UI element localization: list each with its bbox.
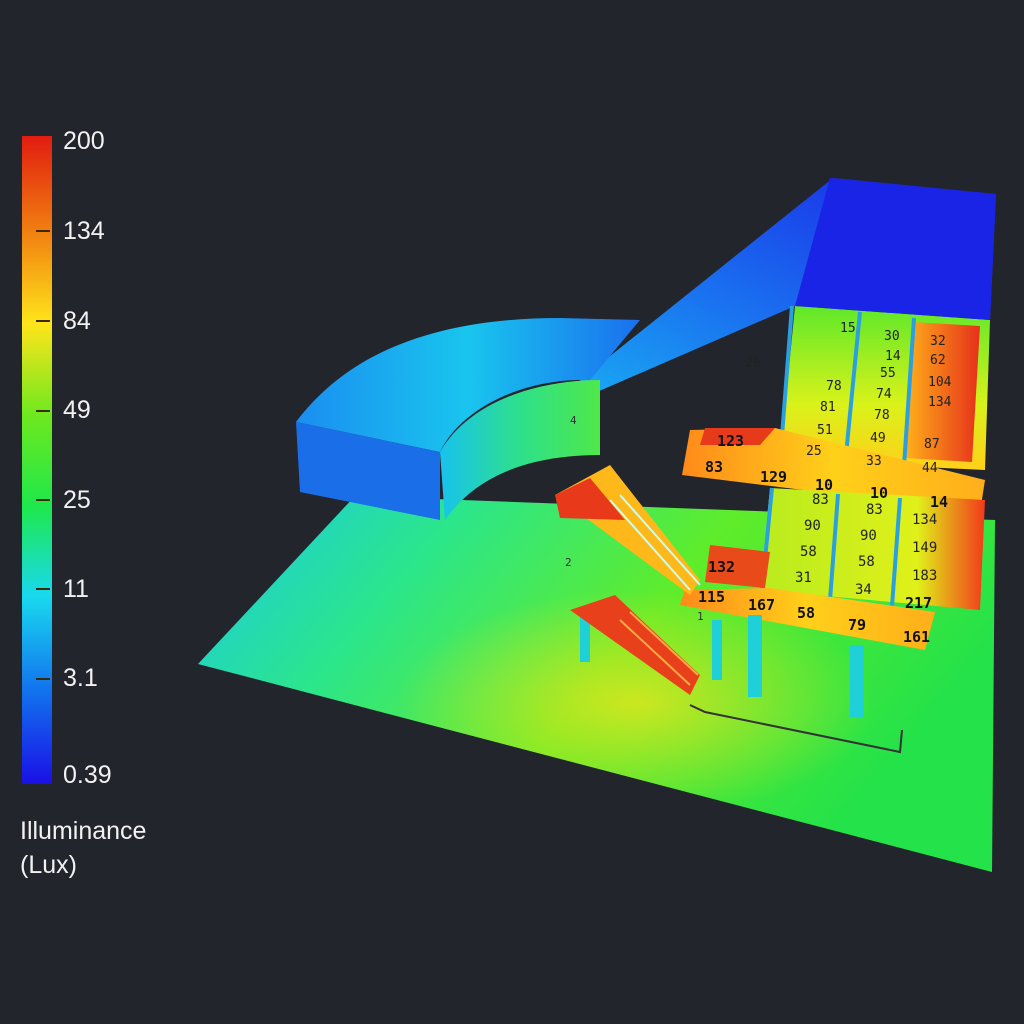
colorbar-label: 11: [63, 575, 89, 603]
label: 149: [912, 540, 937, 556]
label: 33: [866, 454, 882, 469]
label: 4: [570, 414, 577, 427]
colorbar-tick: [36, 320, 50, 322]
label: 78: [874, 408, 890, 423]
label: 217: [905, 594, 932, 612]
label: 104: [928, 375, 952, 390]
colorbar-title-line2: (Lux): [20, 851, 77, 879]
illuminance-colorbar: [22, 136, 52, 784]
colorbar-label: 49: [63, 396, 91, 424]
label: 134: [928, 395, 952, 410]
label: 87: [924, 437, 940, 452]
label: 167: [748, 596, 775, 614]
label: 15: [840, 321, 856, 336]
label: 51: [817, 423, 833, 438]
label: 81: [820, 400, 836, 415]
label: 2: [565, 556, 572, 569]
label: 31: [795, 570, 812, 586]
colorbar-tick: [36, 588, 50, 590]
label: 58: [858, 554, 875, 570]
label: 183: [912, 568, 937, 584]
label: 90: [804, 518, 821, 534]
label: 1: [697, 610, 704, 623]
label: 83: [705, 458, 723, 476]
colorbar-label: 84: [63, 307, 91, 335]
colorbar-tick: [36, 410, 50, 412]
label: 132: [708, 558, 735, 576]
label: 115: [698, 588, 725, 606]
colorbar-tick: [36, 678, 50, 680]
label: 49: [870, 431, 886, 446]
colorbar-label: 25: [63, 486, 91, 514]
colorbar-tick: [36, 230, 50, 232]
label: 134: [912, 512, 937, 528]
label: 62: [930, 353, 946, 368]
colorbar-label: 134: [63, 217, 105, 245]
label: 55: [880, 366, 896, 381]
label: 161: [903, 628, 930, 646]
label: 123: [717, 432, 744, 450]
label: 83: [812, 492, 829, 508]
illuminance-render: 15 30 32 14 55 62 78 74 104 81 78 134 51…: [198, 178, 996, 872]
label: 79: [848, 616, 866, 634]
colorbar-label: 200: [63, 127, 105, 155]
colorbar-label: 3.1: [63, 664, 98, 692]
label: 74: [876, 387, 892, 402]
label: 14: [930, 493, 948, 511]
label: 78: [826, 379, 842, 394]
colorbar-title-line1: Illuminance: [20, 817, 147, 845]
label: 44: [922, 461, 938, 476]
colorbar-title: Illuminance (Lux): [20, 814, 146, 882]
label: 32: [930, 334, 946, 349]
label: 129: [760, 468, 787, 486]
colorbar-tick: [36, 499, 50, 501]
label: 10: [870, 484, 888, 502]
box-top: [795, 178, 996, 320]
label: 90: [860, 528, 877, 544]
label: 58: [800, 544, 817, 560]
label: 26: [745, 356, 761, 371]
label: 83: [866, 502, 883, 518]
label: 58: [797, 604, 815, 622]
label: 34: [855, 582, 872, 598]
colorbar-label: 0.39: [63, 761, 112, 789]
label: 14: [885, 349, 901, 364]
label: 25: [806, 444, 822, 459]
label: 30: [884, 329, 900, 344]
